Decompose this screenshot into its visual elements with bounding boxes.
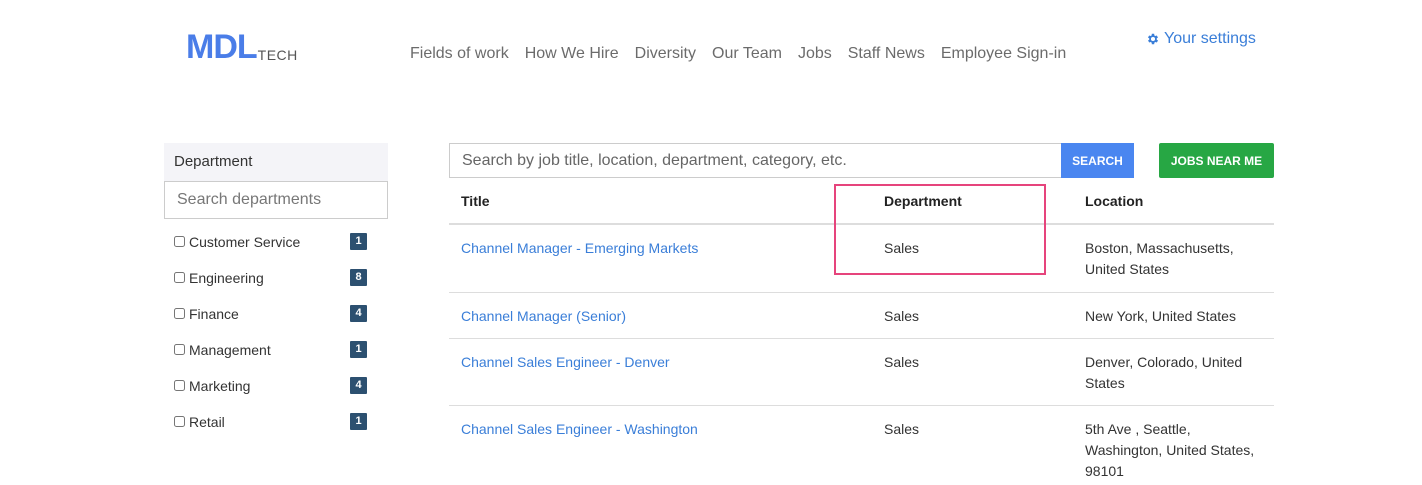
count-badge: 4 [350,305,367,322]
department-label: Retail [189,414,225,430]
jobs-table: Title Department Location Channel Manage… [449,180,1274,485]
nav-staff-news[interactable]: Staff News [848,45,925,63]
count-badge: 1 [350,341,367,358]
page: MDL TECH Fields of work How We Hire Dive… [0,0,1422,485]
department-checkbox[interactable] [174,416,185,427]
nav-employee-sign-in[interactable]: Employee Sign-in [941,45,1066,63]
jobs-near-me-button[interactable]: JOBS NEAR ME [1159,143,1274,178]
department-item-marketing[interactable]: Marketing 4 [164,377,388,413]
logo-main: MDL [186,28,258,66]
job-search-bar: SEARCH [449,143,1134,178]
department-checkbox[interactable] [174,380,185,391]
count-badge: 8 [350,269,367,286]
department-checkbox[interactable] [174,236,185,247]
column-header-title[interactable]: Title [461,193,490,209]
logo-sub: TECH [257,47,298,63]
job-location: Denver, Colorado, United States [1085,354,1243,391]
job-title-link[interactable]: Channel Manager - Emerging Markets [461,238,698,259]
column-header-department[interactable]: Department [884,193,962,209]
department-list: Customer Service 1 Engineering 8 Finance… [164,233,388,449]
job-department: Sales [884,308,920,324]
table-row: Channel Sales Engineer - Washington Sale… [449,406,1274,485]
department-label: Management [189,342,271,358]
table-header: Title Department Location [449,180,1274,225]
department-item-finance[interactable]: Finance 4 [164,305,388,341]
job-location: New York, United States [1085,308,1236,324]
count-badge: 1 [350,233,367,250]
search-button[interactable]: SEARCH [1061,143,1134,178]
job-department: Sales [884,354,920,370]
department-item-management[interactable]: Management 1 [164,341,388,377]
department-item-engineering[interactable]: Engineering 8 [164,269,388,305]
department-item-retail[interactable]: Retail 1 [164,413,388,449]
job-department: Sales [884,421,920,437]
department-label: Engineering [189,270,264,286]
department-label: Marketing [189,378,251,394]
nav-diversity[interactable]: Diversity [635,45,696,63]
nav-fields-of-work[interactable]: Fields of work [410,45,509,63]
job-search-input[interactable] [449,143,1061,178]
gear-icon [1147,33,1159,45]
table-row: Channel Manager (Senior) Sales New York,… [449,293,1274,339]
nav-how-we-hire[interactable]: How We Hire [525,45,619,63]
job-location: 5th Ave , Seattle, Washington, United St… [1085,421,1255,479]
department-item-customer-service[interactable]: Customer Service 1 [164,233,388,269]
job-title-link[interactable]: Channel Sales Engineer - Denver [461,352,670,373]
department-filter-title: Department [164,143,388,181]
job-title-link[interactable]: Channel Manager (Senior) [461,306,626,327]
job-location: Boston, Massachusetts, United States [1085,240,1234,277]
settings-link[interactable]: Your settings [1146,30,1256,48]
department-checkbox[interactable] [174,308,185,319]
department-label: Customer Service [189,234,301,250]
logo[interactable]: MDL TECH [186,30,298,64]
job-department: Sales [884,240,920,256]
department-checkbox[interactable] [174,272,185,283]
nav-jobs[interactable]: Jobs [798,45,832,63]
nav-our-team[interactable]: Our Team [712,45,782,63]
main-nav: Fields of work How We Hire Diversity Our… [410,45,1066,63]
department-label: Finance [189,306,239,322]
department-checkbox[interactable] [174,344,185,355]
count-badge: 1 [350,413,367,430]
job-title-link[interactable]: Channel Sales Engineer - Washington [461,419,698,440]
column-header-location[interactable]: Location [1085,193,1143,209]
count-badge: 4 [350,377,367,394]
table-row: Channel Sales Engineer - Denver Sales De… [449,339,1274,406]
department-filter: Department Customer Service 1 Engineerin… [164,143,388,449]
settings-label: Your settings [1164,30,1256,47]
table-row: Channel Manager - Emerging Markets Sales… [449,225,1274,293]
department-search-input[interactable] [164,181,388,219]
